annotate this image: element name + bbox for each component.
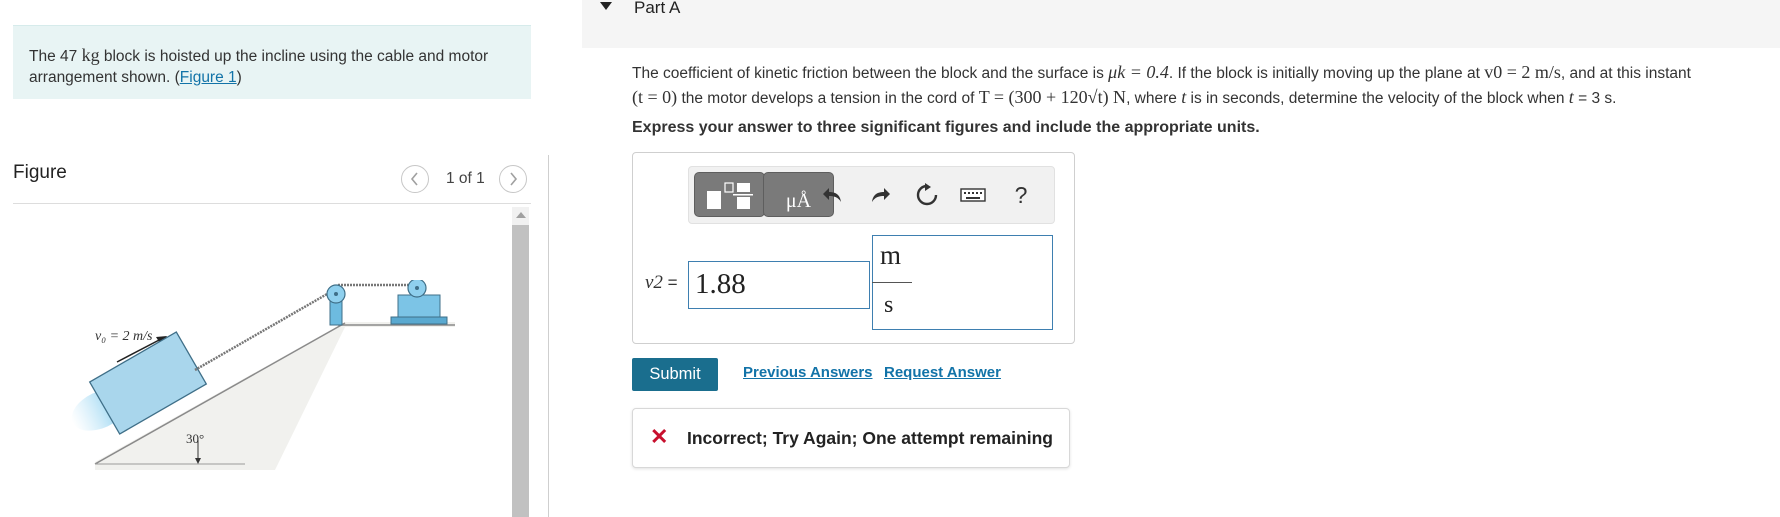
question-part: . If the block is initially moving up th… [1168,65,1485,82]
answer-variable: v2 = [645,272,678,294]
figure-link[interactable]: Figure 1 [180,69,237,86]
angle-label: 30° [186,431,204,446]
mass-unit: kg [81,45,100,65]
chevron-right-icon [510,172,518,186]
templates-button[interactable] [694,172,765,217]
reset-icon [916,183,938,206]
question-part: = 3 s. [1573,89,1617,107]
redo-icon [872,188,890,202]
keyboard-icon [960,188,986,202]
incorrect-x-icon: ✕ [650,424,669,449]
request-answer-link[interactable]: Request Answer [884,364,1001,381]
intro-text-prefix: The 47 [29,48,82,65]
incline-figure: 30° v₀ = 2 m/s [71,280,455,470]
part-label[interactable]: Part A [634,0,680,18]
figure-title: Figure [13,162,67,183]
next-figure-button[interactable] [499,165,527,193]
question-part: , and at this instant [1560,65,1691,82]
previous-figure-button[interactable] [401,165,429,193]
redo-button[interactable] [866,181,894,209]
reset-button[interactable] [913,181,941,209]
help-button[interactable]: ? [1007,181,1035,209]
feedback-message: Incorrect; Try Again; One attempt remain… [687,428,1053,448]
question-part: the motor develops a tension in the cord… [677,89,979,107]
friction-coefficient: μk = 0.4 [1108,62,1169,82]
unit-fraction-bar [872,282,912,283]
submit-button[interactable]: Submit [632,358,718,391]
previous-answers-link[interactable]: Previous Answers [743,364,873,381]
undo-icon [823,188,841,202]
undo-button[interactable] [819,181,847,209]
question-part: The coefficient of kinetic friction betw… [632,65,1109,82]
equals-sign: = [667,273,678,292]
question-part: is in seconds, determine the velocity of… [1186,89,1569,107]
value-input[interactable]: 1.88 [688,261,870,309]
problem-intro: The 47 kg block is hoisted up the inclin… [13,25,531,99]
answer-instruction: Express your answer to three significant… [632,119,1260,136]
time-zero: (t = 0) [632,86,678,107]
velocity-label: v₀ = 2 m/s [95,329,153,344]
units-icon: μÅ [785,190,812,212]
unit-numerator: m [880,240,902,270]
part-header[interactable] [582,0,1780,48]
question-part: , where [1126,89,1182,107]
initial-velocity: v0 = 2 m/s [1484,62,1561,82]
figure-scrollbar[interactable] [512,207,529,517]
variable-name: v2 [645,272,663,293]
unit-denominator: s [884,292,894,318]
chevron-left-icon [410,172,418,186]
scroll-thumb[interactable] [512,225,529,517]
figure-pager-text: 1 of 1 [446,170,485,187]
scroll-up-icon[interactable] [516,212,526,218]
column-divider [548,155,549,517]
intro-close: ) [236,69,242,86]
fraction-template-icon [707,182,753,209]
tension-expression: T = (300 + 120√t) N [978,86,1127,107]
figure-divider [13,203,531,204]
keyboard-button[interactable] [959,181,987,209]
question-text: The coefficient of kinetic friction betw… [632,61,1772,110]
caret-down-icon[interactable] [600,2,612,10]
